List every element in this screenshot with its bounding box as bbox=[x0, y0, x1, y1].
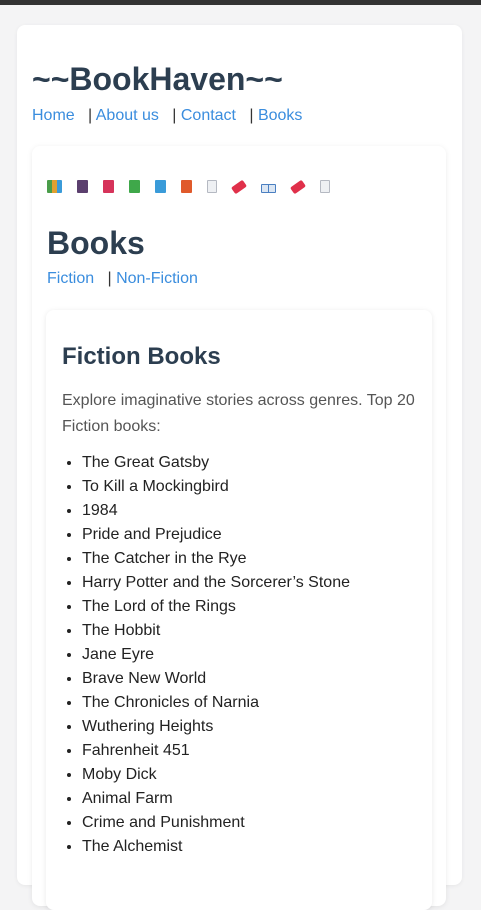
list-item: Moby Dick bbox=[82, 763, 350, 787]
site-container: ~~BookHaven~~ Home | About us | Contact … bbox=[17, 25, 462, 910]
ticket-icon bbox=[230, 179, 247, 195]
nav-about-link[interactable]: About us bbox=[96, 107, 159, 124]
list-item: The Alchemist bbox=[82, 835, 350, 859]
section-title: Books bbox=[47, 225, 145, 261]
list-item: Animal Farm bbox=[82, 787, 350, 811]
list-item: The Lord of the Rings bbox=[82, 595, 350, 619]
list-item: Brave New World bbox=[82, 667, 350, 691]
list-item: Jane Eyre bbox=[82, 643, 350, 667]
page-icon bbox=[206, 180, 217, 193]
nav-books-link[interactable]: Books bbox=[258, 107, 302, 124]
books-subnav: Fiction | Non-Fiction bbox=[47, 268, 198, 290]
fiction-book-list: The Great Gatsby To Kill a Mockingbird 1… bbox=[62, 451, 350, 859]
main-nav: Home | About us | Contact | Books bbox=[32, 105, 302, 127]
list-item: Fahrenheit 451 bbox=[82, 739, 350, 763]
list-item: Pride and Prejudice bbox=[82, 523, 350, 547]
list-item: Crime and Punishment bbox=[82, 811, 350, 835]
orange-book-icon bbox=[180, 180, 192, 193]
green-book-icon bbox=[128, 180, 140, 193]
list-item: The Catcher in the Rye bbox=[82, 547, 350, 571]
books-section: Books Fiction | Non-Fiction Fiction Book… bbox=[32, 146, 446, 910]
list-item: The Great Gatsby bbox=[82, 451, 350, 475]
emoji-icon-row bbox=[47, 179, 340, 196]
nav-separator: | bbox=[88, 107, 93, 124]
nav-contact-link[interactable]: Contact bbox=[181, 107, 236, 124]
ticket-icon bbox=[289, 179, 306, 195]
fiction-title: Fiction Books bbox=[62, 343, 221, 370]
page-icon bbox=[319, 180, 330, 193]
notebook-icon bbox=[76, 180, 88, 193]
list-item: To Kill a Mockingbird bbox=[82, 475, 350, 499]
list-item: Harry Potter and the Sorcerer’s Stone bbox=[82, 571, 350, 595]
list-item: The Hobbit bbox=[82, 619, 350, 643]
browser-top-bar bbox=[0, 0, 481, 5]
list-item: 1984 bbox=[82, 499, 350, 523]
open-book-icon bbox=[260, 184, 276, 193]
closed-book-red-icon bbox=[102, 180, 114, 193]
books-stack-icon bbox=[47, 180, 62, 193]
blue-book-icon bbox=[154, 180, 166, 193]
fiction-card: Fiction Books Explore imaginative storie… bbox=[46, 310, 432, 910]
site-title: ~~BookHaven~~ bbox=[32, 61, 283, 97]
subnav-fiction-link[interactable]: Fiction bbox=[47, 270, 94, 287]
subnav-separator: | bbox=[107, 270, 112, 287]
list-item: The Chronicles of Narnia bbox=[82, 691, 350, 715]
list-item: Wuthering Heights bbox=[82, 715, 350, 739]
nav-separator: | bbox=[172, 107, 177, 124]
subnav-nonfiction-link[interactable]: Non-Fiction bbox=[116, 270, 198, 287]
nav-home-link[interactable]: Home bbox=[32, 107, 75, 124]
nav-separator: | bbox=[249, 107, 254, 124]
fiction-description: Explore imaginative stories across genre… bbox=[62, 392, 415, 435]
